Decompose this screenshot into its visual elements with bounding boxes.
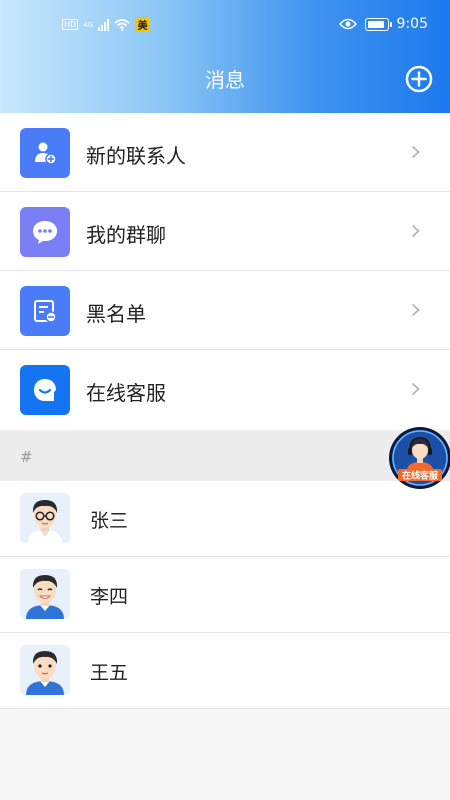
contact-name: 张三	[90, 510, 129, 532]
menu-list: 新的联系人 我的群聊 黑名单 在线客服	[0, 113, 450, 429]
hd-indicator: HD	[62, 19, 79, 30]
menu-item-label: 黑名单	[86, 302, 146, 326]
chat-bubble-icon	[20, 207, 70, 257]
menu-item-label: 在线客服	[86, 381, 166, 405]
app-notification-icon: 美	[135, 17, 151, 32]
floating-service-button[interactable]: 在线客服	[388, 426, 450, 490]
menu-item-my-groups[interactable]: 我的群聊	[0, 192, 450, 271]
add-button[interactable]	[405, 65, 433, 93]
menu-item-new-contacts[interactable]: 新的联系人	[0, 113, 450, 192]
menu-item-blacklist[interactable]: 黑名单	[0, 271, 450, 350]
floating-service-label: 在线客服	[402, 470, 439, 482]
battery-icon	[364, 17, 392, 31]
page-title: 消息	[205, 68, 245, 92]
wifi-icon	[114, 18, 130, 31]
contact-name: 李四	[90, 586, 129, 608]
avatar	[20, 493, 70, 543]
contact-row[interactable]: 张三	[0, 481, 450, 557]
section-header: #	[0, 431, 450, 481]
status-time: 9:05	[396, 16, 428, 32]
eye-icon	[338, 18, 357, 30]
avatar	[20, 645, 70, 695]
status-bar: HD 4G 美 9:05	[0, 0, 450, 52]
avatar	[20, 569, 70, 619]
chevron-right-icon	[411, 303, 420, 317]
chevron-right-icon	[411, 145, 420, 159]
blacklist-icon	[20, 286, 70, 336]
service-icon	[20, 365, 70, 415]
signal-icon	[98, 18, 110, 31]
section-index-label: #	[20, 448, 33, 466]
header: HD 4G 美 9:05 消息	[0, 0, 450, 113]
contact-row[interactable]: 王五	[0, 633, 450, 709]
menu-item-label: 我的群聊	[86, 223, 166, 247]
menu-item-label: 新的联系人	[86, 144, 186, 168]
contact-row[interactable]: 李四	[0, 557, 450, 633]
contact-name: 王五	[90, 662, 129, 684]
contact-list: 张三 李四 王五	[0, 481, 450, 709]
network-type: 4G	[83, 20, 94, 29]
add-contact-icon	[20, 128, 70, 178]
chevron-right-icon	[411, 224, 420, 238]
menu-item-online-service[interactable]: 在线客服	[0, 350, 450, 429]
chevron-right-icon	[411, 382, 420, 396]
